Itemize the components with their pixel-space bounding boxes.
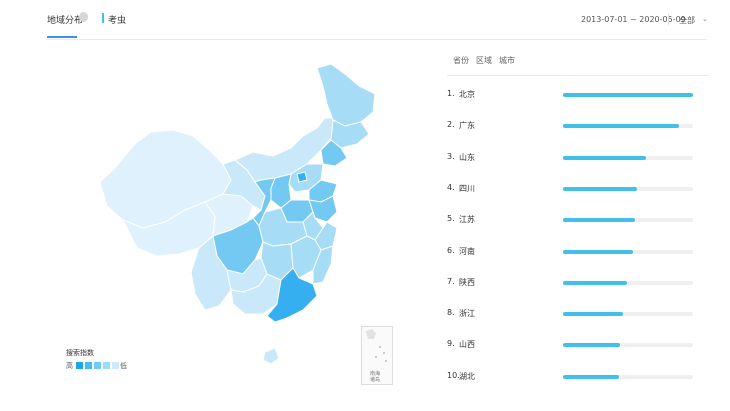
ranking-row[interactable]: 5. 江苏 bbox=[447, 214, 709, 228]
bar-fill bbox=[563, 249, 634, 254]
bar-track bbox=[563, 124, 693, 129]
bar-track bbox=[563, 155, 693, 160]
bar-fill bbox=[563, 374, 619, 379]
panel-divider bbox=[447, 75, 709, 76]
bar-track bbox=[563, 218, 693, 223]
legend-swatch bbox=[85, 362, 92, 369]
divider bbox=[668, 14, 669, 25]
keyword-color-marker bbox=[102, 13, 104, 23]
rank-number: 10. bbox=[447, 370, 460, 380]
bar-fill bbox=[563, 186, 638, 191]
rank-number: 1. bbox=[447, 89, 455, 98]
bar-track bbox=[563, 343, 693, 348]
tab-city[interactable]: 城市 bbox=[499, 55, 515, 66]
legend-low-label: 低 bbox=[120, 362, 127, 370]
bar-track bbox=[563, 280, 693, 285]
region-name: 北京 bbox=[459, 90, 475, 99]
region-name: 江苏 bbox=[459, 215, 475, 225]
bar-track bbox=[563, 374, 693, 379]
chevron-down-icon[interactable]: ⌄ bbox=[702, 15, 708, 23]
bar-fill bbox=[563, 312, 623, 317]
region-name: 湖北 bbox=[459, 371, 475, 381]
scope-select[interactable]: 全部 bbox=[679, 15, 695, 26]
tab-province[interactable]: 省份 bbox=[453, 55, 469, 66]
bar-fill bbox=[563, 124, 679, 129]
bar-track bbox=[563, 93, 693, 97]
map-region-hainan[interactable] bbox=[262, 347, 280, 365]
legend-swatch bbox=[112, 362, 119, 369]
region-name: 四川 bbox=[459, 183, 475, 193]
tab-region-distribution[interactable]: 地域分布 bbox=[47, 13, 83, 26]
rank-number: 3. bbox=[447, 151, 455, 161]
region-name: 山东 bbox=[459, 152, 475, 162]
region-name: 浙江 bbox=[459, 309, 475, 319]
bar-track bbox=[563, 249, 693, 254]
legend-swatch bbox=[76, 362, 83, 369]
legend-swatch bbox=[94, 362, 101, 369]
ranking-row[interactable]: 10. 湖北 bbox=[447, 371, 709, 385]
legend-title: 搜索指数 bbox=[66, 349, 94, 357]
ranking-row[interactable]: 8. 浙江 bbox=[447, 308, 709, 322]
region-name: 河南 bbox=[459, 246, 475, 256]
keyword-label: 考虫 bbox=[108, 16, 127, 26]
bar-fill bbox=[563, 343, 621, 348]
rank-number: 8. bbox=[447, 308, 455, 318]
ranking-row[interactable]: 9. 山西 bbox=[447, 339, 709, 353]
inset-map bbox=[366, 329, 387, 362]
inset-label: 南海 诸岛 bbox=[370, 371, 381, 383]
rank-number: 6. bbox=[447, 245, 455, 255]
header-divider bbox=[47, 39, 707, 40]
region-name: 陕西 bbox=[459, 277, 475, 287]
china-map[interactable] bbox=[95, 60, 395, 400]
rank-number: 4. bbox=[447, 182, 455, 192]
bar-fill bbox=[563, 280, 627, 285]
map-region-heilongjiang[interactable] bbox=[316, 63, 376, 127]
active-tab-indicator bbox=[47, 36, 77, 38]
top-bar: 地域分布 考虫 2013-07-01 ~ 2020-05-09 全部 ⌄ bbox=[0, 0, 730, 40]
map-region-beijing[interactable] bbox=[296, 171, 308, 183]
ranking-row[interactable]: 4. 四川 bbox=[447, 183, 709, 197]
ranking-row[interactable]: 1. 北京 bbox=[447, 89, 709, 103]
rank-number: 5. bbox=[447, 214, 455, 224]
bar-fill bbox=[563, 218, 635, 223]
rank-number: 2. bbox=[447, 120, 455, 130]
legend-high-label: 高 bbox=[66, 362, 73, 370]
south-china-sea-inset: 南海 诸岛 bbox=[361, 326, 393, 385]
legend-swatch bbox=[103, 362, 110, 369]
bar-track bbox=[563, 312, 693, 317]
ranking-row[interactable]: 2. 广东 bbox=[447, 120, 709, 134]
ranking-row[interactable]: 6. 河南 bbox=[447, 246, 709, 260]
region-name: 山西 bbox=[459, 340, 475, 350]
rank-number: 9. bbox=[447, 339, 455, 349]
bar-fill bbox=[563, 93, 693, 97]
ranking-row[interactable]: 3. 山东 bbox=[447, 152, 709, 166]
date-range-picker[interactable]: 2013-07-01 ~ 2020-05-09 bbox=[581, 15, 686, 24]
tab-region[interactable]: 区域 bbox=[476, 55, 492, 66]
ranking-row[interactable]: 7. 陕西 bbox=[447, 277, 709, 291]
bar-track bbox=[563, 186, 693, 191]
region-name: 广东 bbox=[459, 121, 475, 131]
bar-fill bbox=[563, 155, 647, 160]
help-icon[interactable] bbox=[79, 12, 88, 22]
rank-number: 7. bbox=[447, 276, 455, 286]
